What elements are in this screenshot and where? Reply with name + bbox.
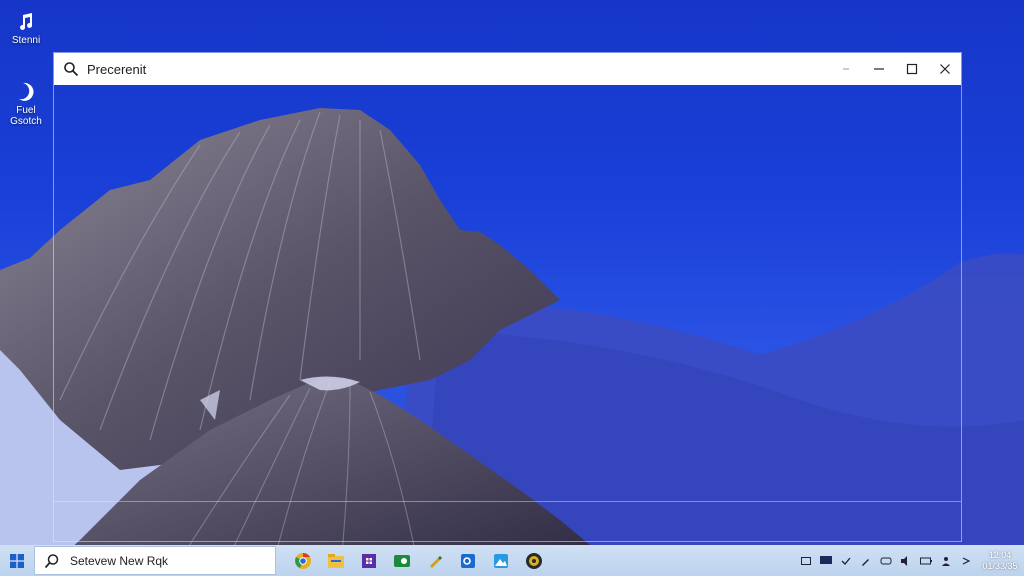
tray-battery-icon[interactable] [916, 545, 936, 576]
taskbar-app-chrome[interactable] [286, 545, 319, 576]
window-divider [54, 501, 961, 502]
clock[interactable]: 12:04 01/33/35 [976, 550, 1024, 572]
taskbar-app-settings[interactable] [517, 545, 550, 576]
taskbar-app-photos[interactable] [484, 545, 517, 576]
window-controls [829, 53, 961, 85]
desktop-icon-search[interactable]: Fuel Gsotch [0, 80, 52, 127]
tray-monitor-icon[interactable] [816, 545, 836, 576]
start-button[interactable] [0, 545, 34, 576]
maximize-icon [906, 63, 917, 75]
tray-person-icon[interactable] [936, 545, 956, 576]
store-icon [361, 553, 376, 568]
taskbar-app-pen[interactable] [418, 545, 451, 576]
outlook-icon [460, 553, 475, 568]
desktop-icon-label: Fuel Gsotch [10, 105, 42, 127]
music-note-icon [14, 10, 38, 34]
search-window: Precerenit [53, 52, 962, 542]
minimize-button[interactable] [862, 53, 895, 85]
tray-pen-icon[interactable] [856, 545, 876, 576]
clock-date: 01/33/35 [982, 560, 1018, 571]
search-icon [64, 62, 79, 77]
photos-icon [493, 553, 508, 568]
windows-logo-icon [10, 553, 24, 568]
close-button[interactable] [928, 53, 961, 85]
system-tray: 12:04 01/33/35 [796, 545, 1024, 576]
desktop: Stenni Fuel Gsotch Precerenit Setevew Ne… [0, 0, 1024, 576]
crescent-icon [14, 80, 38, 104]
taskbar-search-box[interactable]: Setevew New Rqk [34, 546, 276, 575]
window-titlebar[interactable]: Precerenit [54, 53, 961, 85]
pen-icon [429, 555, 442, 568]
taskbar-app-outlook[interactable] [451, 545, 484, 576]
maximize-button[interactable] [895, 53, 928, 85]
taskbar-app-xbox[interactable] [385, 545, 418, 576]
window-search-text[interactable]: Precerenit [87, 62, 146, 77]
desktop-icon-label: Stenni [11, 35, 41, 46]
file-explorer-icon [327, 553, 344, 568]
minimize-icon [873, 68, 884, 70]
xbox-icon [393, 554, 410, 567]
clock-time: 12:04 [988, 549, 1012, 560]
settings-icon [525, 552, 542, 569]
tray-network-icon[interactable] [876, 545, 896, 576]
taskbar-search-text: Setevew New Rqk [70, 553, 169, 568]
search-icon [44, 553, 59, 568]
desktop-icon-music[interactable]: Stenni [0, 10, 52, 46]
tray-check-icon[interactable] [836, 545, 856, 576]
taskbar-app-file-explorer[interactable] [319, 545, 352, 576]
taskbar-app-store[interactable] [352, 545, 385, 576]
chrome-icon [294, 552, 311, 569]
tray-chevron-icon[interactable] [956, 545, 976, 576]
taskbar: Setevew New Rqk 12:04 01/33/35 [0, 545, 1024, 576]
taskbar-apps [286, 545, 550, 576]
tray-window-icon[interactable] [796, 545, 816, 576]
dash-button[interactable] [829, 53, 862, 85]
tray-volume-icon[interactable] [896, 545, 916, 576]
close-icon [939, 64, 950, 74]
